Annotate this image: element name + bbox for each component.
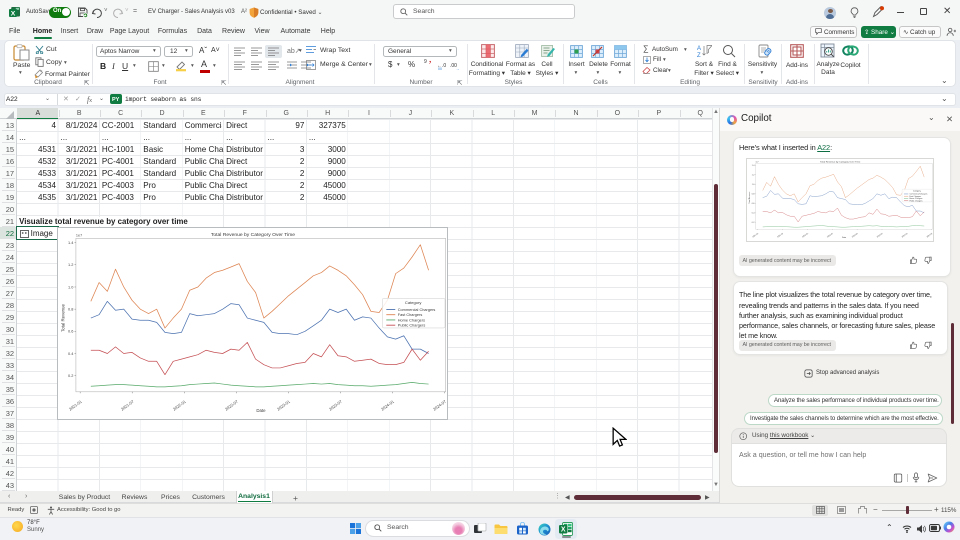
svg-text:1.4: 1.4 (752, 165, 755, 167)
svg-text:Public Chargers: Public Chargers (398, 324, 426, 328)
svg-text:1.0: 1.0 (752, 184, 755, 186)
svg-text:0.8: 0.8 (68, 308, 73, 312)
svg-text:Total Revenue: Total Revenue (60, 304, 65, 332)
svg-text:0.2: 0.2 (68, 374, 73, 378)
svg-text:→: → (456, 67, 460, 70)
svg-text:0.6: 0.6 (752, 203, 755, 205)
svg-text:00: 00 (438, 67, 442, 70)
svg-text:0.4: 0.4 (68, 352, 74, 356)
svg-text:Z: Z (697, 53, 701, 58)
svg-text:Home Chargers: Home Chargers (398, 318, 425, 322)
svg-text:X: X (11, 10, 16, 17)
svg-text:Category: Category (405, 300, 422, 305)
svg-text:A: A (697, 46, 701, 52)
svg-text:1.2: 1.2 (752, 174, 755, 176)
svg-text:Commercial Chargers: Commercial Chargers (398, 308, 436, 312)
svg-text:1.4: 1.4 (68, 241, 74, 245)
svg-text:Date: Date (256, 408, 266, 413)
svg-text:1e7: 1e7 (756, 162, 759, 164)
svg-text:1.2: 1.2 (68, 263, 73, 267)
svg-text:X: X (561, 526, 566, 533)
svg-text:0.6: 0.6 (68, 330, 73, 334)
svg-text:0.2: 0.2 (752, 222, 755, 224)
svg-text:1e7: 1e7 (76, 233, 82, 237)
svg-text:Fast Chargers: Fast Chargers (398, 313, 423, 317)
svg-text:1.0: 1.0 (68, 285, 73, 289)
svg-text:0.4: 0.4 (752, 213, 755, 215)
svg-text:Total Revenue by Category Over: Total Revenue by Category Over Time (211, 232, 295, 238)
svg-text:0.8: 0.8 (752, 193, 755, 195)
